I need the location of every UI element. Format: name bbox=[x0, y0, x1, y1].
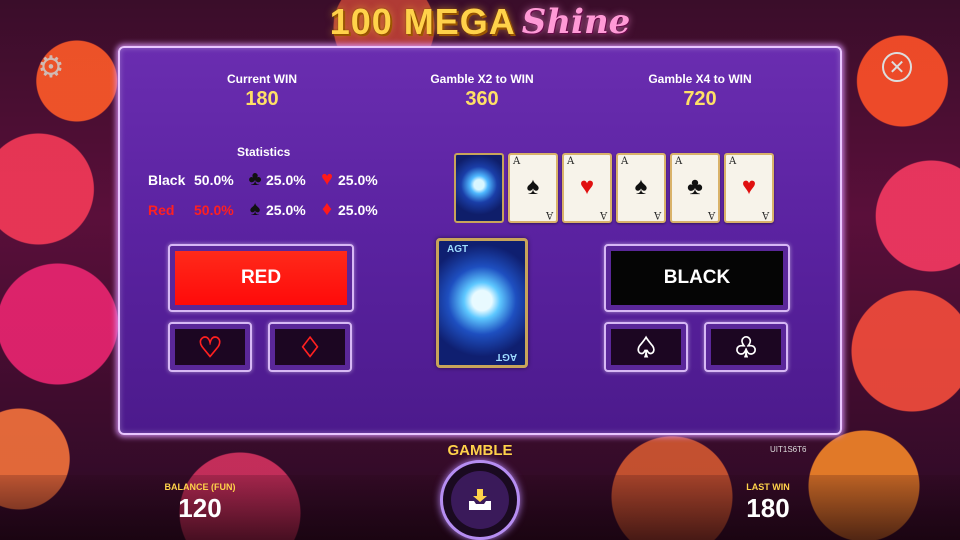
gamble-x2-label: Gamble X2 to WIN bbox=[430, 72, 534, 86]
diamond-button[interactable]: ♢ bbox=[268, 322, 352, 372]
history-card-back bbox=[454, 153, 504, 223]
heart-button[interactable]: ♡ bbox=[168, 322, 252, 372]
history-card: A ♠ A bbox=[508, 153, 558, 223]
club-button[interactable]: ♧ bbox=[704, 322, 788, 372]
spade-icon: ♤ bbox=[611, 329, 681, 365]
gamble-button[interactable] bbox=[440, 460, 520, 540]
red-button[interactable]: RED bbox=[168, 244, 354, 312]
balance-label: BALANCE (FUN) bbox=[164, 482, 236, 492]
gamble-x2-block: Gamble X2 to WIN 360 bbox=[392, 72, 572, 111]
stats-color-name: Red bbox=[148, 201, 175, 218]
stats-suit-pct: 25.0% bbox=[266, 201, 306, 218]
card-suit-icon: ♥ bbox=[741, 173, 757, 200]
current-win-value: 180 bbox=[245, 88, 279, 110]
current-card-back: AGT AGT bbox=[436, 238, 528, 368]
history-card: A ♥ A bbox=[562, 153, 612, 223]
logo-text-main: 100 MEGA bbox=[329, 1, 516, 42]
gear-icon[interactable]: ⚙ bbox=[36, 51, 66, 84]
history-card: A ♥ A bbox=[724, 153, 774, 223]
club-icon: ♧ bbox=[711, 329, 781, 365]
balance-value: 120 bbox=[178, 493, 222, 523]
card-back-mark: AGT bbox=[447, 244, 469, 255]
heart-icon: ♥ bbox=[321, 168, 333, 190]
gamble-x4-block: Gamble X4 to WIN 720 bbox=[610, 72, 790, 111]
stats-row-red: Red 50.0% ♠ 25.0% ♦ 25.0% bbox=[148, 198, 388, 221]
heart-icon: ♡ bbox=[175, 329, 245, 365]
history-card: A ♠ A bbox=[616, 153, 666, 223]
gamble-x4-label: Gamble X4 to WIN bbox=[648, 72, 752, 86]
close-icon[interactable]: ✕ bbox=[882, 52, 912, 82]
black-button[interactable]: BLACK bbox=[604, 244, 790, 312]
stats-color-name: Black bbox=[148, 171, 186, 188]
card-suit-icon: ♠ bbox=[526, 173, 540, 200]
red-button-label: RED bbox=[175, 251, 347, 305]
history-card: A ♣ A bbox=[670, 153, 720, 223]
spade-icon: ♠ bbox=[249, 198, 261, 220]
gamble-x2-value: 360 bbox=[465, 88, 499, 110]
collect-tray-icon bbox=[451, 471, 509, 529]
stats-row-black: Black 50.0% ♣ 25.0% ♥ 25.0% bbox=[148, 168, 388, 191]
current-win-block: Current WIN 180 bbox=[172, 72, 352, 111]
stats-color-pct: 50.0% bbox=[194, 171, 234, 188]
card-suit-icon: ♥ bbox=[579, 173, 595, 200]
club-icon: ♣ bbox=[248, 168, 262, 190]
logo-text-script: Shine bbox=[521, 2, 631, 42]
statistics-title: Statistics bbox=[237, 145, 291, 159]
current-win-label: Current WIN bbox=[227, 72, 297, 86]
gamble-x4-value: 720 bbox=[683, 88, 717, 110]
card-history: A ♠ A A ♥ A A ♠ A A ♣ A A ♥ A bbox=[454, 153, 774, 223]
card-suit-icon: ♣ bbox=[687, 173, 703, 200]
stats-suit-pct: 25.0% bbox=[338, 171, 378, 188]
gamble-panel: Current WIN 180 Gamble X2 to WIN 360 Gam… bbox=[118, 46, 842, 435]
last-win-label: LAST WIN bbox=[746, 482, 790, 492]
stats-suit-pct: 25.0% bbox=[338, 201, 378, 218]
card-back-mark: AGT bbox=[495, 351, 517, 362]
diamond-icon: ♦ bbox=[321, 198, 333, 220]
balance-block: BALANCE (FUN) 120 bbox=[120, 482, 280, 524]
last-win-block: LAST WIN 180 bbox=[688, 482, 848, 524]
stats-color-pct: 50.0% bbox=[194, 201, 234, 218]
build-id: UIT1S6T6 bbox=[770, 445, 807, 454]
last-win-value: 180 bbox=[746, 493, 790, 523]
stats-suit-pct: 25.0% bbox=[266, 171, 306, 188]
diamond-icon: ♢ bbox=[275, 329, 345, 365]
gamble-label: GAMBLE bbox=[447, 442, 513, 459]
spade-button[interactable]: ♤ bbox=[604, 322, 688, 372]
black-button-label: BLACK bbox=[611, 251, 783, 305]
game-logo: 100 MEGA Shine bbox=[0, 0, 960, 44]
card-suit-icon: ♠ bbox=[634, 173, 648, 200]
